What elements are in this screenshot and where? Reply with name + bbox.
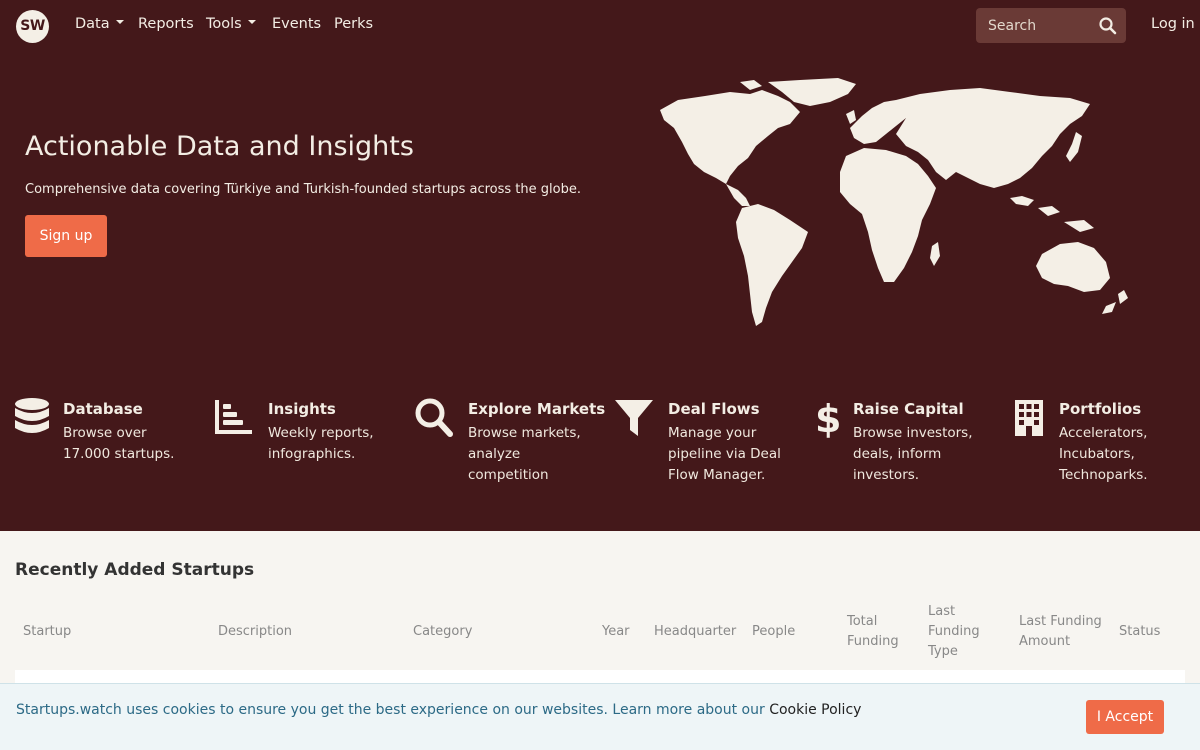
- signup-button[interactable]: Sign up: [25, 215, 107, 257]
- search-box: [976, 8, 1126, 43]
- dollar-icon: $: [815, 398, 841, 438]
- column-header-last-funding-amount[interactable]: Last Funding Amount: [1019, 612, 1109, 652]
- search-icon[interactable]: [1098, 16, 1118, 36]
- world-map-image: [660, 78, 1128, 326]
- bar-chart-icon: [215, 400, 252, 434]
- column-header-people[interactable]: People: [752, 622, 795, 642]
- hero-subtitle: Comprehensive data covering Türkiye and …: [25, 182, 581, 197]
- nav-item-events[interactable]: Events: [272, 16, 321, 32]
- column-header-status[interactable]: Status: [1119, 622, 1160, 642]
- svg-text:$: $: [815, 398, 841, 438]
- caret-down-icon: [247, 20, 256, 24]
- accept-cookies-button[interactable]: I Accept: [1086, 700, 1164, 734]
- cookie-message: Startups.watch uses cookies to ensure yo…: [16, 702, 862, 718]
- nav-item-perks[interactable]: Perks: [334, 16, 373, 32]
- column-header-startup[interactable]: Startup: [23, 622, 71, 642]
- login-link[interactable]: Log in: [1151, 16, 1195, 32]
- search-input[interactable]: [976, 8, 1090, 43]
- logo[interactable]: SW: [16, 10, 49, 43]
- nav-item-reports[interactable]: Reports: [138, 16, 194, 32]
- building-icon: [1015, 400, 1043, 436]
- column-header-last-funding-type[interactable]: Last Funding Type: [928, 602, 993, 662]
- search-icon: [415, 398, 453, 437]
- column-header-year[interactable]: Year: [602, 622, 630, 642]
- recent-startups-title: Recently Added Startups: [15, 560, 255, 580]
- column-header-category[interactable]: Category: [413, 622, 472, 642]
- funnel-icon: [615, 400, 653, 436]
- hero-title: Actionable Data and Insights: [25, 131, 414, 162]
- cookie-policy-link[interactable]: Cookie Policy: [769, 702, 861, 718]
- hero-section: SW Data Reports Tools Events Perks Log i…: [0, 0, 1200, 531]
- column-header-total-funding[interactable]: Total Funding: [847, 612, 912, 652]
- caret-down-icon: [115, 20, 124, 24]
- nav-item-data[interactable]: Data: [75, 16, 124, 32]
- top-navbar: SW Data Reports Tools Events Perks Log i…: [0, 0, 1200, 52]
- nav-item-tools[interactable]: Tools: [206, 16, 256, 32]
- column-header-headquarter[interactable]: Headquarter: [654, 622, 736, 642]
- database-icon: [15, 398, 49, 433]
- cookie-banner: Startups.watch uses cookies to ensure yo…: [0, 683, 1200, 750]
- column-header-description[interactable]: Description: [218, 622, 292, 642]
